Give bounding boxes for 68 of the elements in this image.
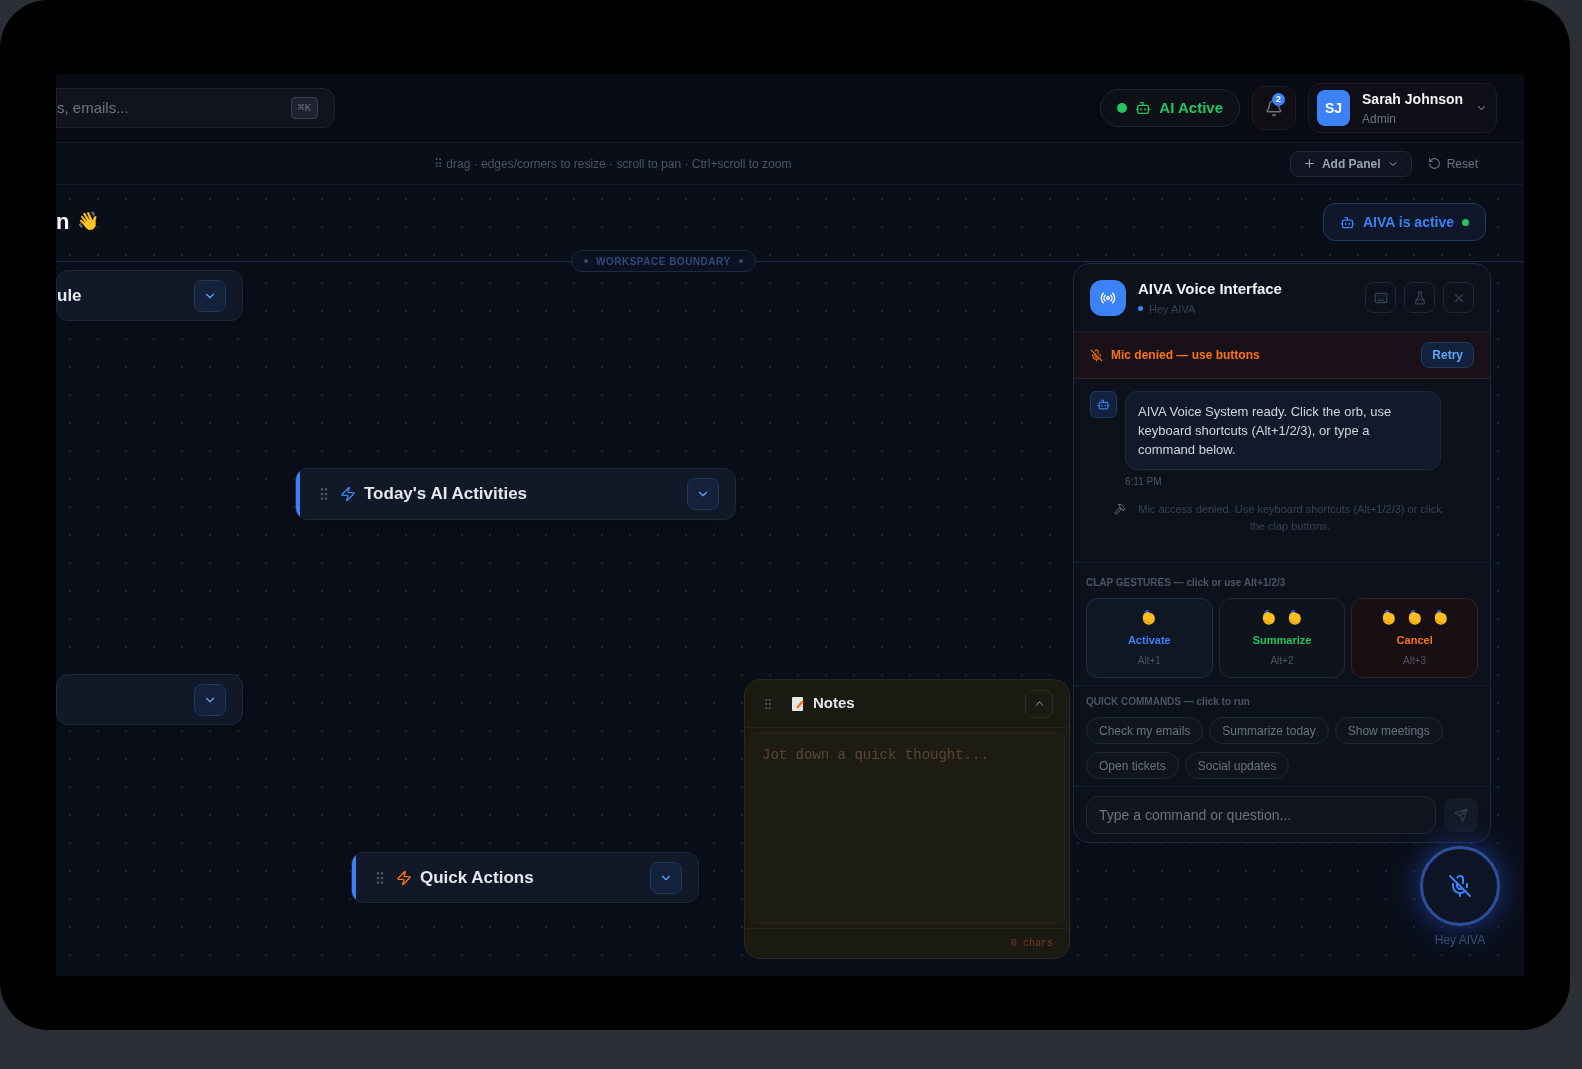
- shortcut-key: ⌘K: [290, 96, 318, 120]
- plus-icon: [1302, 157, 1316, 170]
- command-chip[interactable]: Social updates: [1184, 752, 1290, 779]
- notifications-button[interactable]: 2: [1252, 86, 1296, 130]
- canvas-hint: ⠿ drag · edges/corners to resize · scroll to pan · Ctrl+scroll to zoom: [434, 155, 792, 173]
- panel-title: ule: [57, 284, 82, 307]
- hammer-icon: [1114, 503, 1126, 515]
- close-button[interactable]: [1443, 282, 1474, 313]
- user-name: Sarah Johnson: [1362, 89, 1464, 109]
- send-icon: [1454, 807, 1468, 822]
- mic-off-icon: [1090, 348, 1103, 362]
- section-heading: CLAP GESTURES — click or use Alt+1/2/3: [1086, 576, 1287, 590]
- collapse-button[interactable]: [1025, 689, 1053, 718]
- gesture-shortcut: Alt+1: [1137, 653, 1161, 668]
- flask-icon: [1412, 290, 1427, 305]
- mic-off-icon: [1448, 874, 1472, 898]
- reset-button[interactable]: Reset: [1427, 154, 1478, 173]
- bot-avatar: [1090, 391, 1117, 418]
- panel-title: Today's AI Activities: [364, 483, 528, 506]
- notification-count: 2: [1272, 93, 1285, 106]
- greeting-text: n: [56, 208, 70, 236]
- message-time: 6:11 PM: [1125, 475, 1163, 489]
- user-menu[interactable]: SJ Sarah Johnson Admin: [1308, 83, 1497, 133]
- collapse-button[interactable]: [687, 478, 719, 510]
- robot-icon: [1135, 100, 1152, 116]
- collapse-button[interactable]: [194, 279, 226, 312]
- memo-icon: [791, 695, 805, 712]
- notes-title: Notes: [813, 693, 855, 714]
- keyboard-button[interactable]: [1365, 282, 1396, 313]
- send-button[interactable]: [1444, 797, 1478, 832]
- keyboard-icon: [1373, 290, 1388, 305]
- retry-button[interactable]: Retry: [1421, 342, 1474, 368]
- gesture-label: Cancel: [1396, 633, 1433, 649]
- command-field[interactable]: Type a command or question...: [1086, 795, 1436, 834]
- user-role: Admin: [1362, 110, 1398, 128]
- voice-panel-title: AIVA Voice Interface: [1138, 279, 1282, 299]
- voice-orb-button[interactable]: [1420, 846, 1500, 926]
- command-chip[interactable]: Show meetings: [1334, 717, 1443, 744]
- orb-label: Hey AIVA: [1433, 932, 1487, 949]
- greeting-emoji: 👋: [77, 210, 100, 233]
- gesture-button[interactable]: Activate Alt+1: [1086, 598, 1213, 678]
- voice-app-icon: [1090, 279, 1126, 316]
- gesture-label: Activate: [1127, 633, 1171, 649]
- collapse-button[interactable]: [650, 861, 682, 894]
- gesture-shortcut: Alt+2: [1270, 653, 1294, 668]
- aiva-status-label: AIVA is active: [1363, 212, 1455, 232]
- user-avatar: SJ: [1317, 90, 1350, 126]
- reset-icon: [1427, 157, 1441, 170]
- gesture-button[interactable]: Summarize Alt+2: [1218, 598, 1346, 678]
- gesture-button[interactable]: Cancel Alt+3: [1351, 598, 1478, 678]
- search-field[interactable]: s, emails... ⌘K: [56, 88, 335, 128]
- gesture-label: Summarize: [1252, 633, 1312, 649]
- character-count: 0 chars: [1011, 937, 1053, 951]
- ai-status-label: AI Active: [1159, 97, 1223, 118]
- section-heading: QUICK COMMANDS — click to run: [1086, 695, 1251, 709]
- flask-button[interactable]: [1404, 282, 1435, 313]
- command-chip[interactable]: Open tickets: [1086, 752, 1179, 779]
- panel-title: Quick Actions: [420, 866, 534, 889]
- collapse-button[interactable]: [194, 683, 226, 716]
- alert-text: Mic denied — use buttons: [1111, 347, 1260, 364]
- command-chip[interactable]: Summarize today: [1209, 717, 1329, 744]
- gesture-shortcut: Alt+3: [1403, 653, 1427, 668]
- message-bubble: AIVA Voice System ready. Click the orb, use keyboard shortcuts (Alt+1/2/3), or type a command below.: [1125, 391, 1441, 470]
- command-chip[interactable]: Check my emails: [1086, 717, 1204, 744]
- notes-field[interactable]: Jot down a quick thought...: [749, 732, 1065, 924]
- add-panel-button[interactable]: Add Panel: [1289, 150, 1412, 177]
- workspace-boundary-label: WORKSPACE BOUNDARY: [571, 250, 756, 272]
- robot-icon: [1340, 214, 1355, 230]
